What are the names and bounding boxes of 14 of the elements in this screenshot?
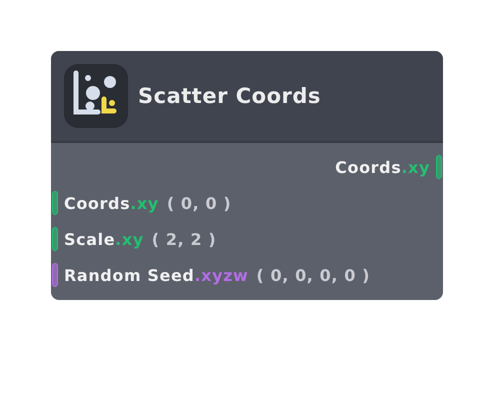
scatter-plot-icon: [64, 64, 128, 128]
port-label: Coords.xy: [64, 194, 159, 212]
node-title: Scatter Coords: [138, 84, 321, 108]
port-label: Scale.xy: [64, 230, 144, 248]
port-label: Coords.xy: [335, 158, 430, 176]
port-value: ( 0, 0 ): [166, 194, 232, 212]
port-value: ( 0, 0, 0, 0 ): [256, 266, 370, 284]
socket[interactable]: [52, 227, 58, 251]
port-label: Random Seed.xyzw: [64, 266, 248, 284]
port-value: ( 2, 2 ): [152, 230, 216, 248]
socket[interactable]: [436, 155, 442, 179]
node-card[interactable]: Scatter Coords Coords.xy Coords.xy ( 0, 0 ) Scale.xy ( 2, 2 ) Random Seed.xyzw ( 0, 0, 0, 0 ): [51, 51, 443, 300]
socket[interactable]: [52, 263, 58, 287]
socket[interactable]: [52, 191, 58, 215]
